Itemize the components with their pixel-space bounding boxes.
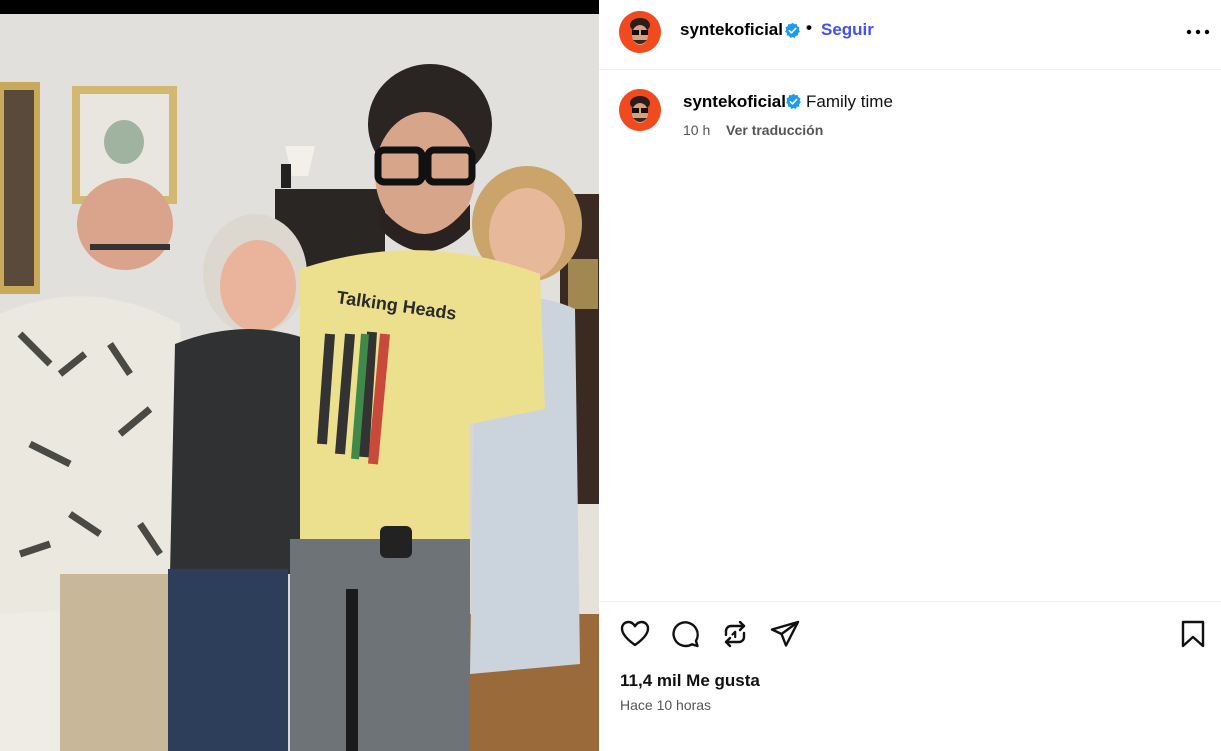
avatar-image — [619, 11, 661, 53]
author-avatar[interactable] — [619, 11, 661, 53]
verified-badge-icon — [786, 93, 801, 109]
family-photo-illustration: Talking Heads — [0, 14, 599, 751]
repost-button[interactable] — [719, 618, 751, 650]
caption-timestamp[interactable]: 10 h — [683, 122, 710, 138]
see-translation-link[interactable]: Ver traducción — [726, 122, 823, 138]
separator-dot: • — [806, 18, 812, 37]
avatar-image — [619, 89, 661, 131]
caption-username[interactable]: syntekoficial — [683, 92, 786, 112]
bookmark-icon — [1181, 620, 1205, 648]
heart-icon — [620, 620, 650, 647]
save-button[interactable] — [1177, 618, 1209, 650]
comment-button[interactable] — [669, 618, 701, 650]
share-button[interactable] — [769, 618, 801, 650]
verified-badge-icon — [785, 22, 800, 38]
post-photo[interactable]: Talking Heads — [0, 14, 599, 751]
post-timestamp[interactable]: Hace 10 horas — [620, 697, 711, 713]
more-options-icon[interactable] — [1185, 22, 1211, 42]
post-sidebar: syntekoficial • Seguir syntekoficial Fam… — [599, 0, 1221, 751]
repost-icon — [724, 620, 746, 648]
caption-author-avatar[interactable] — [619, 89, 661, 131]
share-icon — [770, 620, 800, 647]
comment-icon — [672, 621, 699, 648]
like-button[interactable] — [619, 618, 651, 650]
caption-text: Family time — [806, 92, 893, 111]
follow-button[interactable]: Seguir — [821, 20, 874, 40]
post-actions: 11,4 mil Me gusta Hace 10 horas — [599, 601, 1221, 751]
author-username[interactable]: syntekoficial — [680, 20, 783, 40]
likes-count[interactable]: 11,4 mil Me gusta — [620, 671, 760, 691]
post-media: Talking Heads — [0, 0, 599, 751]
post-header: syntekoficial • Seguir — [599, 0, 1221, 70]
